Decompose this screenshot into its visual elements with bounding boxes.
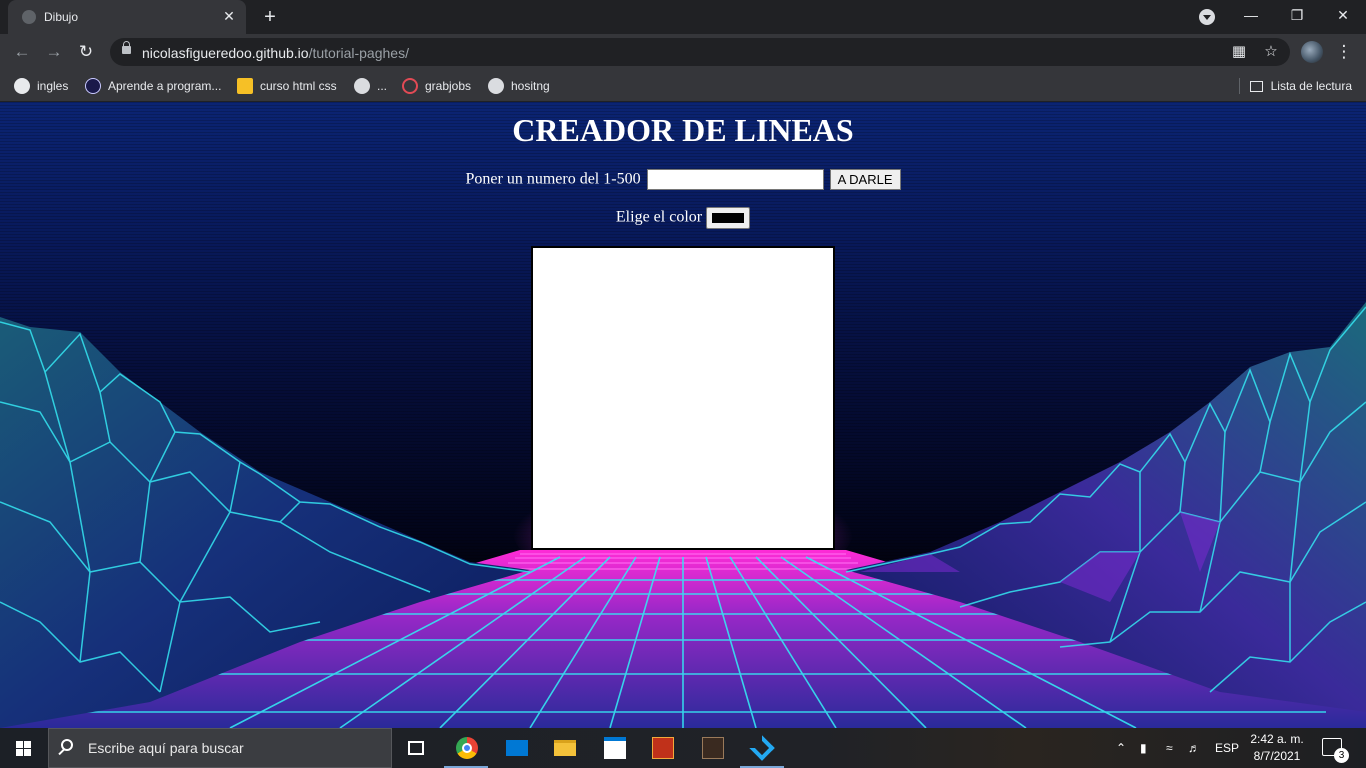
browser-toolbar: ← → ↻ nicolasfigueredoo.github.io/tutori… <box>0 34 1366 70</box>
reload-button[interactable]: ↻ <box>74 40 98 64</box>
clock-time: 2:42 a. m. <box>1250 732 1304 746</box>
bookmark-curso-html[interactable]: curso html css <box>237 77 337 95</box>
bookmark-yellow-icon <box>237 77 253 94</box>
mail-icon <box>506 740 528 756</box>
game-icon <box>702 737 724 759</box>
globe-icon <box>354 77 370 94</box>
close-window-button[interactable]: ✕ <box>1320 0 1366 30</box>
search-icon <box>61 739 73 751</box>
drawing-canvas[interactable] <box>531 246 835 550</box>
browser-tab[interactable]: Dibujo ✕ <box>8 0 246 34</box>
tab-title: Dibujo <box>44 10 79 24</box>
new-tab-button[interactable]: + <box>258 5 282 29</box>
notification-count: 3 <box>1334 748 1349 763</box>
windows-logo-icon <box>16 741 23 748</box>
color-picker[interactable] <box>706 207 751 229</box>
forward-button[interactable]: → <box>42 40 66 64</box>
submit-button[interactable]: A DARLE <box>829 169 901 190</box>
language-indicator[interactable]: ESP <box>1215 728 1239 768</box>
url-text: nicolasfigueredoo.github.io/tutorial-pag… <box>142 45 409 61</box>
lock-icon <box>122 41 131 54</box>
taskbar: Escribe aquí para buscar ⌃ ▮ ≈ ♬ ESP 2:4… <box>0 728 1366 768</box>
restore-button[interactable]: ❐ <box>1274 0 1320 30</box>
color-label: Elige el color <box>615 208 703 226</box>
number-form: Poner un numero del 1-500 A DARLE <box>0 169 1366 190</box>
number-input[interactable] <box>646 169 824 190</box>
globe-icon <box>22 10 36 24</box>
number-label: Poner un numero del 1-500 <box>465 170 641 188</box>
bookmark-aprende[interactable]: Aprende a program... <box>85 77 221 95</box>
tab-strip: Dibujo ✕ + — ❐ ✕ <box>0 0 1366 34</box>
tab-search-icon[interactable] <box>1199 9 1215 25</box>
bookmark-hositng[interactable]: hositng <box>488 77 550 95</box>
store-icon <box>604 737 626 759</box>
code-logo-icon <box>85 77 101 94</box>
store-app[interactable] <box>590 728 638 768</box>
reading-list-icon <box>1249 81 1263 93</box>
cms-app[interactable] <box>638 728 686 768</box>
chrome-app[interactable] <box>442 728 490 768</box>
search-placeholder: Escribe aquí para buscar <box>88 740 244 756</box>
address-bar[interactable]: nicolasfigueredoo.github.io/tutorial-pag… <box>110 38 1290 66</box>
menu-icon[interactable]: ⋮ <box>1334 40 1354 64</box>
clock-date: 8/7/2021 <box>1253 749 1301 763</box>
back-button[interactable]: ← <box>10 40 34 64</box>
folder-icon <box>554 740 576 756</box>
bookmark-grabjobs[interactable]: grabjobs <box>402 77 471 95</box>
task-view-button[interactable] <box>392 728 440 768</box>
profile-avatar[interactable] <box>1301 41 1323 63</box>
bookmark-ingles[interactable]: ingles <box>14 77 68 95</box>
color-swatch <box>712 213 745 223</box>
bookmarks-bar: ingles Aprende a program... curso html c… <box>0 70 1366 102</box>
play-circle-icon <box>14 77 30 94</box>
qr-code-icon[interactable]: ▦ <box>1230 43 1248 61</box>
start-button[interactable] <box>0 728 48 768</box>
mail-app[interactable] <box>492 728 540 768</box>
vscode-app[interactable] <box>738 728 786 768</box>
vscode-icon <box>749 735 775 761</box>
task-view-icon <box>408 741 424 755</box>
battery-icon[interactable]: ▮ <box>1140 728 1147 768</box>
volume-icon[interactable]: ♬ <box>1188 728 1200 768</box>
file-explorer-app[interactable] <box>540 728 588 768</box>
page-title: CREADOR DE LINEAS <box>512 112 854 148</box>
bookmark-globe[interactable]: ... <box>354 77 387 95</box>
reading-list-button[interactable]: Lista de lectura <box>1249 77 1352 95</box>
color-form: Elige el color <box>0 207 1366 229</box>
game-app[interactable] <box>688 728 736 768</box>
wifi-icon[interactable]: ≈ <box>1166 728 1173 768</box>
minimize-button[interactable]: — <box>1228 0 1274 30</box>
clock[interactable]: 2:42 a. m. 8/7/2021 <box>1246 731 1308 765</box>
globe-icon <box>488 77 504 94</box>
show-hidden-icons[interactable]: ⌃ <box>1116 728 1126 768</box>
taskbar-search[interactable]: Escribe aquí para buscar <box>48 728 392 768</box>
grabjobs-logo-icon <box>402 77 418 94</box>
star-icon[interactable]: ☆ <box>1262 43 1280 61</box>
page-content: CREADOR DE LINEAS Poner un numero del 1-… <box>0 102 1366 728</box>
bookmark-separator <box>1239 78 1240 94</box>
cms-icon <box>652 737 674 759</box>
close-tab-icon[interactable]: ✕ <box>220 7 238 25</box>
